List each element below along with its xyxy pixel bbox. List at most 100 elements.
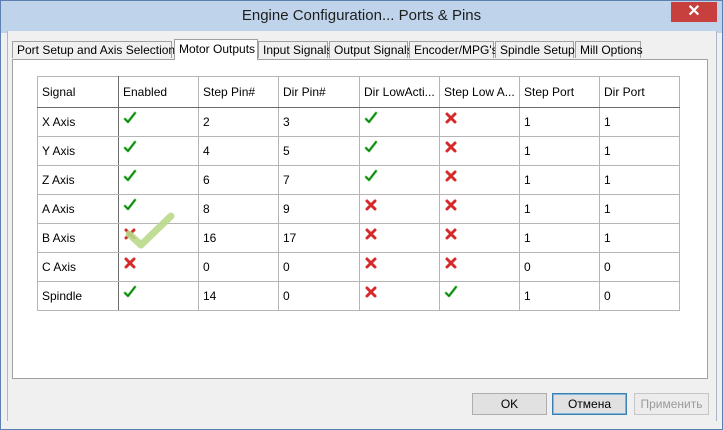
tab-motor-outputs[interactable]: Motor Outputs (174, 39, 258, 60)
cross-icon (445, 112, 457, 124)
table-cell-step-pin[interactable]: 4 (198, 136, 279, 166)
table-row[interactable]: B Axis 16 17 1 1 (37, 223, 680, 253)
table-cell-step-port[interactable]: 1 (519, 194, 600, 224)
table-cell-dir-pin[interactable]: 5 (278, 136, 360, 166)
table-cell-signal[interactable]: A Axis (37, 194, 119, 224)
cell-value: Z Axis (42, 173, 75, 187)
table-cell-signal[interactable]: X Axis (37, 107, 119, 137)
table-cell-step-port[interactable]: 0 (519, 252, 600, 282)
cell-value: 16 (203, 231, 217, 245)
table-cell-dir-port[interactable]: 1 (599, 223, 680, 253)
col-header-dir-port[interactable]: Dir Port (599, 76, 680, 108)
table-cell-step-low[interactable] (439, 252, 520, 282)
table-cell-dir-pin[interactable]: 0 (278, 252, 360, 282)
table-row[interactable]: Spindle 14 0 1 0 (37, 281, 680, 311)
tab-label: Encoder/MPG's (414, 43, 498, 57)
table-cell-dir-pin[interactable]: 0 (278, 281, 360, 311)
table-cell-dir-low[interactable] (359, 281, 440, 311)
table-cell-enabled[interactable] (118, 136, 199, 166)
table-cell-step-port[interactable]: 1 (519, 165, 600, 195)
cell-value: 4 (203, 144, 210, 158)
table-row[interactable]: Y Axis 4 5 1 1 (37, 136, 680, 166)
col-header-step-port[interactable]: Step Port (519, 76, 600, 108)
table-cell-dir-low[interactable] (359, 136, 440, 166)
table-cell-enabled[interactable] (118, 165, 199, 195)
table-row[interactable]: Z Axis 6 7 1 1 (37, 165, 680, 195)
tab-mill-options[interactable]: Mill Options (575, 41, 643, 58)
table-cell-dir-port[interactable]: 0 (599, 252, 680, 282)
table-cell-dir-port[interactable]: 1 (599, 136, 680, 166)
table-cell-signal[interactable]: C Axis (37, 252, 119, 282)
table-cell-dir-pin[interactable]: 7 (278, 165, 360, 195)
cell-value: 1 (524, 173, 531, 187)
table-cell-dir-port[interactable]: 1 (599, 194, 680, 224)
tab-port-setup[interactable]: Port Setup and Axis Selection (12, 41, 175, 58)
close-icon: ✕ (687, 3, 701, 20)
table-cell-dir-low[interactable] (359, 194, 440, 224)
tab-label: Motor Outputs (179, 42, 256, 56)
col-header-dir-pin[interactable]: Dir Pin# (278, 76, 360, 108)
table-cell-dir-pin[interactable]: 3 (278, 107, 360, 137)
col-header-enabled[interactable]: Enabled (118, 76, 199, 108)
table-cell-step-pin[interactable]: 14 (198, 281, 279, 311)
table-cell-step-port[interactable]: 1 (519, 223, 600, 253)
table-cell-signal[interactable]: B Axis (37, 223, 119, 253)
table-cell-step-pin[interactable]: 8 (198, 194, 279, 224)
title-bar[interactable]: Engine Configuration... Ports & Pins ✕ (1, 1, 722, 33)
tab-encoder-mpg[interactable]: Encoder/MPG's (409, 41, 498, 58)
table-cell-step-port[interactable]: 1 (519, 136, 600, 166)
tab-input-signals[interactable]: Input Signals (258, 41, 332, 58)
table-row[interactable]: C Axis 0 0 0 0 (37, 252, 680, 282)
cell-value: 1 (524, 231, 531, 245)
table-cell-enabled[interactable] (118, 107, 199, 137)
table-cell-dir-low[interactable] (359, 165, 440, 195)
table-cell-enabled[interactable] (118, 281, 199, 311)
table-cell-signal[interactable]: Z Axis (37, 165, 119, 195)
table-row[interactable]: X Axis 2 3 1 1 (37, 107, 680, 137)
check-icon (364, 169, 378, 182)
cell-value: X Axis (42, 115, 76, 129)
table-cell-step-low[interactable] (439, 165, 520, 195)
table-row[interactable]: A Axis 8 9 1 1 (37, 194, 680, 224)
col-header-step-pin[interactable]: Step Pin# (198, 76, 279, 108)
table-cell-dir-port[interactable]: 0 (599, 281, 680, 311)
table-cell-step-pin[interactable]: 2 (198, 107, 279, 137)
tab-label: Output Signals (334, 43, 413, 57)
table-cell-dir-port[interactable]: 1 (599, 107, 680, 137)
ok-button[interactable]: OK (472, 393, 547, 415)
apply-button[interactable]: Применить (634, 393, 709, 415)
table-cell-step-pin[interactable]: 16 (198, 223, 279, 253)
table-cell-step-low[interactable] (439, 107, 520, 137)
table-cell-step-low[interactable] (439, 281, 520, 311)
tab-output-signals[interactable]: Output Signals (329, 41, 413, 58)
check-icon (444, 285, 458, 298)
table-cell-dir-port[interactable]: 1 (599, 165, 680, 195)
close-button[interactable]: ✕ (671, 2, 717, 22)
table-cell-dir-pin[interactable]: 9 (278, 194, 360, 224)
table-cell-enabled[interactable] (118, 223, 199, 253)
table-cell-enabled[interactable] (118, 194, 199, 224)
col-header-dir-low-active[interactable]: Dir LowActi... (359, 76, 440, 108)
table-cell-step-pin[interactable]: 0 (198, 252, 279, 282)
table-cell-signal[interactable]: Y Axis (37, 136, 119, 166)
check-icon (123, 111, 137, 124)
table-cell-step-port[interactable]: 1 (519, 107, 600, 137)
cancel-button[interactable]: Отмена (552, 393, 627, 415)
cell-value: B Axis (42, 231, 76, 245)
table-cell-dir-low[interactable] (359, 107, 440, 137)
col-header-signal[interactable]: Signal (37, 76, 119, 108)
table-cell-step-low[interactable] (439, 223, 520, 253)
table-cell-signal[interactable]: Spindle (37, 281, 119, 311)
table-cell-step-low[interactable] (439, 136, 520, 166)
table-cell-dir-low[interactable] (359, 223, 440, 253)
table-cell-dir-low[interactable] (359, 252, 440, 282)
table-cell-step-pin[interactable]: 6 (198, 165, 279, 195)
cross-icon (445, 170, 457, 182)
tab-spindle-setup[interactable]: Spindle Setup (495, 41, 575, 58)
check-icon (123, 169, 137, 182)
table-cell-step-low[interactable] (439, 194, 520, 224)
table-cell-step-port[interactable]: 1 (519, 281, 600, 311)
table-cell-dir-pin[interactable]: 17 (278, 223, 360, 253)
table-cell-enabled[interactable] (118, 252, 199, 282)
col-header-step-low-active[interactable]: Step Low A... (439, 76, 520, 108)
